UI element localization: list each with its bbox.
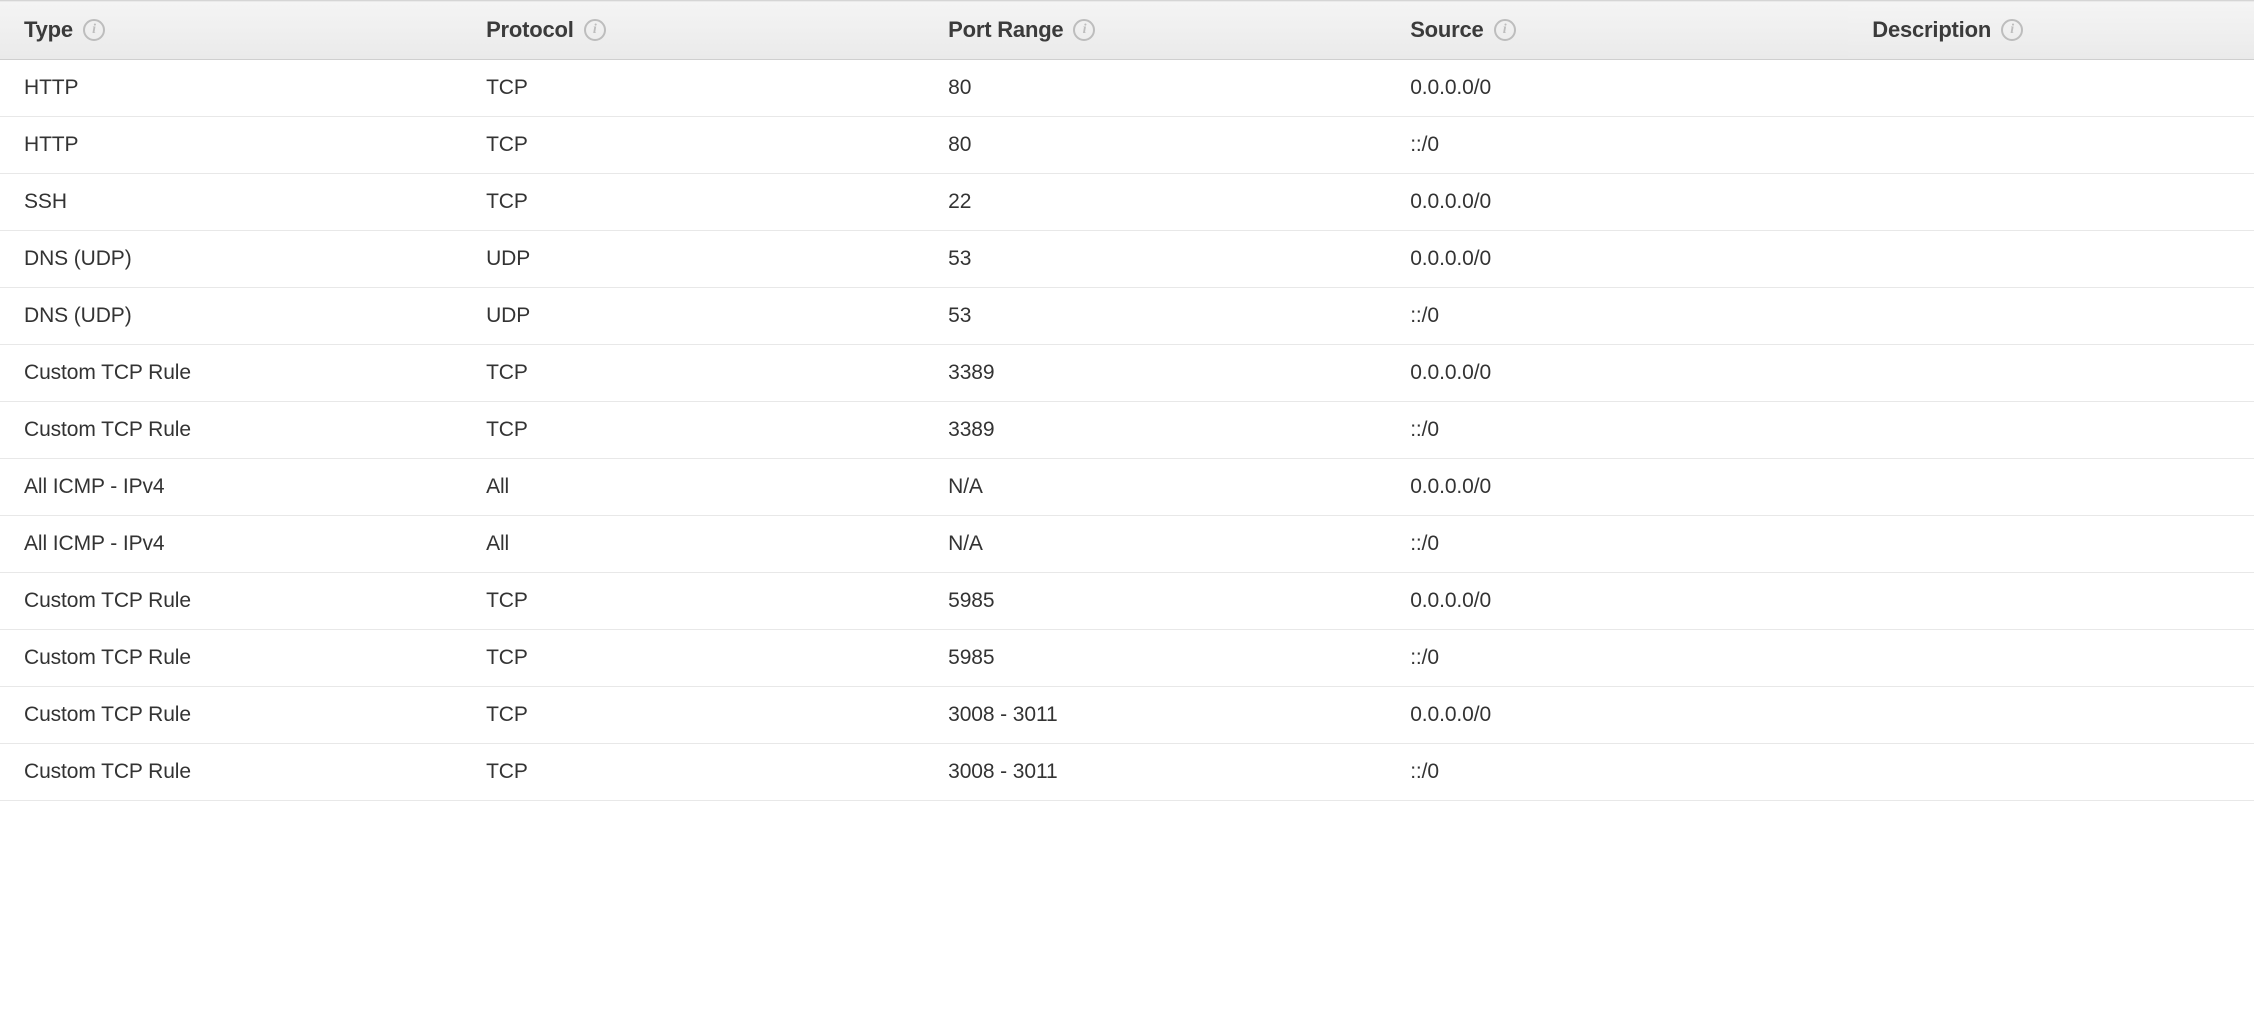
- cell-description: [1848, 174, 2254, 231]
- cell-description: [1848, 231, 2254, 288]
- table-row[interactable]: HTTPTCP80::/0: [0, 117, 2254, 174]
- cell-port-range: 3389: [924, 402, 1386, 459]
- cell-type: Custom TCP Rule: [0, 345, 462, 402]
- table-row[interactable]: DNS (UDP)UDP53::/0: [0, 288, 2254, 345]
- cell-source: 0.0.0.0/0: [1386, 231, 1848, 288]
- table-row[interactable]: SSHTCP220.0.0.0/0: [0, 174, 2254, 231]
- cell-source: 0.0.0.0/0: [1386, 345, 1848, 402]
- cell-source: 0.0.0.0/0: [1386, 459, 1848, 516]
- cell-source: ::/0: [1386, 630, 1848, 687]
- cell-protocol: UDP: [462, 288, 924, 345]
- cell-port-range: 5985: [924, 573, 1386, 630]
- cell-type: Custom TCP Rule: [0, 402, 462, 459]
- cell-source: ::/0: [1386, 288, 1848, 345]
- cell-description: [1848, 516, 2254, 573]
- cell-description: [1848, 60, 2254, 117]
- table-body: HTTPTCP800.0.0.0/0HTTPTCP80::/0SSHTCP220…: [0, 60, 2254, 801]
- table-row[interactable]: Custom TCP RuleTCP3008 - 30110.0.0.0/0: [0, 687, 2254, 744]
- info-icon[interactable]: i: [83, 19, 105, 41]
- cell-port-range: 5985: [924, 630, 1386, 687]
- cell-type: Custom TCP Rule: [0, 573, 462, 630]
- cell-port-range: N/A: [924, 516, 1386, 573]
- table-row[interactable]: Custom TCP RuleTCP33890.0.0.0/0: [0, 345, 2254, 402]
- cell-description: [1848, 345, 2254, 402]
- cell-type: DNS (UDP): [0, 288, 462, 345]
- column-header-port-range[interactable]: Port Range i: [924, 1, 1386, 60]
- cell-protocol: All: [462, 459, 924, 516]
- column-header-description[interactable]: Description i: [1848, 1, 2254, 60]
- cell-type: Custom TCP Rule: [0, 744, 462, 801]
- cell-source: 0.0.0.0/0: [1386, 174, 1848, 231]
- cell-type: HTTP: [0, 60, 462, 117]
- table-row[interactable]: DNS (UDP)UDP530.0.0.0/0: [0, 231, 2254, 288]
- info-icon[interactable]: i: [2001, 19, 2023, 41]
- column-header-label: Description: [1872, 17, 1991, 43]
- column-header-label: Source: [1410, 17, 1483, 43]
- cell-type: Custom TCP Rule: [0, 630, 462, 687]
- cell-description: [1848, 288, 2254, 345]
- cell-source: 0.0.0.0/0: [1386, 687, 1848, 744]
- security-group-rules-table: Type i Protocol i Port Range i Source: [0, 0, 2254, 801]
- cell-source: 0.0.0.0/0: [1386, 60, 1848, 117]
- cell-description: [1848, 744, 2254, 801]
- info-icon[interactable]: i: [1073, 19, 1095, 41]
- table-row[interactable]: All ICMP - IPv4AllN/A::/0: [0, 516, 2254, 573]
- cell-description: [1848, 687, 2254, 744]
- table-row[interactable]: Custom TCP RuleTCP59850.0.0.0/0: [0, 573, 2254, 630]
- cell-source: ::/0: [1386, 117, 1848, 174]
- cell-port-range: N/A: [924, 459, 1386, 516]
- cell-protocol: TCP: [462, 573, 924, 630]
- cell-protocol: TCP: [462, 402, 924, 459]
- cell-description: [1848, 630, 2254, 687]
- cell-type: HTTP: [0, 117, 462, 174]
- cell-port-range: 3008 - 3011: [924, 687, 1386, 744]
- table-row[interactable]: Custom TCP RuleTCP3008 - 3011::/0: [0, 744, 2254, 801]
- column-header-label: Type: [24, 17, 73, 43]
- cell-type: DNS (UDP): [0, 231, 462, 288]
- cell-type: Custom TCP Rule: [0, 687, 462, 744]
- info-icon[interactable]: i: [584, 19, 606, 41]
- cell-port-range: 53: [924, 231, 1386, 288]
- cell-source: 0.0.0.0/0: [1386, 573, 1848, 630]
- cell-source: ::/0: [1386, 402, 1848, 459]
- cell-protocol: All: [462, 516, 924, 573]
- column-header-label: Protocol: [486, 17, 574, 43]
- cell-source: ::/0: [1386, 516, 1848, 573]
- cell-port-range: 3008 - 3011: [924, 744, 1386, 801]
- cell-description: [1848, 117, 2254, 174]
- cell-port-range: 53: [924, 288, 1386, 345]
- table-row[interactable]: All ICMP - IPv4AllN/A0.0.0.0/0: [0, 459, 2254, 516]
- cell-port-range: 80: [924, 117, 1386, 174]
- cell-description: [1848, 573, 2254, 630]
- table-row[interactable]: Custom TCP RuleTCP3389::/0: [0, 402, 2254, 459]
- cell-type: SSH: [0, 174, 462, 231]
- cell-description: [1848, 459, 2254, 516]
- cell-description: [1848, 402, 2254, 459]
- column-header-type[interactable]: Type i: [0, 1, 462, 60]
- cell-port-range: 22: [924, 174, 1386, 231]
- info-icon[interactable]: i: [1494, 19, 1516, 41]
- cell-protocol: TCP: [462, 174, 924, 231]
- table-row[interactable]: HTTPTCP800.0.0.0/0: [0, 60, 2254, 117]
- table-header-row: Type i Protocol i Port Range i Source: [0, 1, 2254, 60]
- column-header-source[interactable]: Source i: [1386, 1, 1848, 60]
- cell-protocol: TCP: [462, 744, 924, 801]
- cell-protocol: TCP: [462, 687, 924, 744]
- cell-protocol: TCP: [462, 60, 924, 117]
- cell-protocol: TCP: [462, 345, 924, 402]
- cell-protocol: UDP: [462, 231, 924, 288]
- cell-protocol: TCP: [462, 117, 924, 174]
- cell-port-range: 80: [924, 60, 1386, 117]
- cell-type: All ICMP - IPv4: [0, 516, 462, 573]
- cell-type: All ICMP - IPv4: [0, 459, 462, 516]
- cell-port-range: 3389: [924, 345, 1386, 402]
- column-header-label: Port Range: [948, 17, 1063, 43]
- cell-source: ::/0: [1386, 744, 1848, 801]
- column-header-protocol[interactable]: Protocol i: [462, 1, 924, 60]
- cell-protocol: TCP: [462, 630, 924, 687]
- table-row[interactable]: Custom TCP RuleTCP5985::/0: [0, 630, 2254, 687]
